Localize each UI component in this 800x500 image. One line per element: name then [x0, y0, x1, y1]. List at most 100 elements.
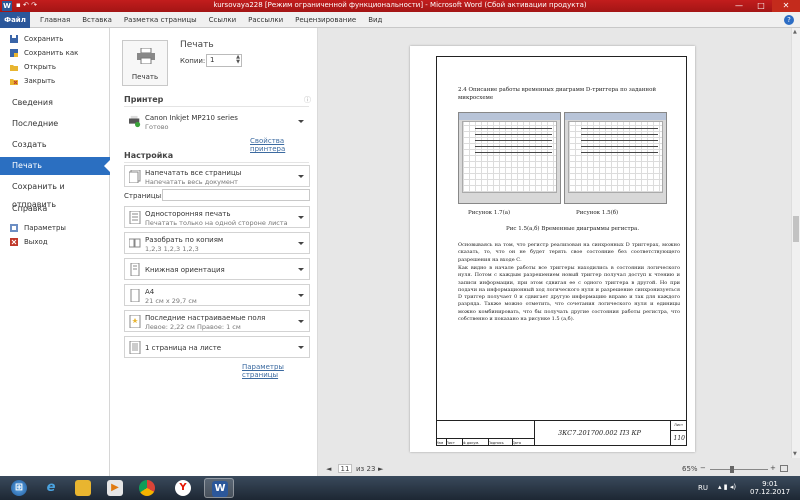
- taskbar-yandex[interactable]: Y: [168, 478, 198, 498]
- printer-select[interactable]: Canon Inkjet MP210 series Готово: [124, 110, 310, 134]
- paper-size-icon: [130, 289, 140, 302]
- chevron-down-icon: [298, 120, 304, 123]
- figure-window-bar: [565, 113, 666, 120]
- word-icon: W: [212, 481, 228, 497]
- maximize-button[interactable]: □: [750, 0, 772, 12]
- nav-save-send[interactable]: Сохранить и отправить: [0, 178, 110, 209]
- taskbar-chrome[interactable]: [132, 478, 162, 498]
- divider: [124, 162, 309, 163]
- clock[interactable]: 9:01 07.12.2017: [750, 480, 790, 496]
- ribbon-tabs: Файл Главная Вставка Разметка страницы С…: [0, 12, 800, 28]
- zoom-out-button[interactable]: −: [700, 464, 706, 472]
- tab-page-layout[interactable]: Разметка страницы: [118, 12, 203, 28]
- zoom-slider[interactable]: [710, 469, 768, 470]
- media-player-icon: ▶: [107, 480, 123, 496]
- nav-options[interactable]: Параметры: [0, 221, 110, 235]
- printer-name: Canon Inkjet MP210 series: [145, 114, 238, 122]
- sides-select[interactable]: Односторонняя печать Печатать только на …: [124, 206, 310, 228]
- tab-insert[interactable]: Вставка: [76, 12, 118, 28]
- start-button[interactable]: ⊞: [4, 478, 34, 498]
- chevron-down-icon: [298, 346, 304, 349]
- collate-label: Разобрать по копиям: [145, 236, 224, 244]
- sheet-label: Лист: [674, 423, 683, 427]
- info-icon[interactable]: ⓘ: [304, 95, 311, 105]
- page-navigator: ◄ 11 из 23 ►: [318, 464, 618, 474]
- pages-icon: [129, 170, 141, 183]
- pages-input[interactable]: [162, 189, 310, 201]
- preview-page: 2.4 Описание работы временных диаграмм D…: [410, 46, 695, 452]
- help-icon[interactable]: ?: [784, 15, 794, 25]
- minimize-button[interactable]: —: [728, 0, 750, 12]
- tab-view[interactable]: Вид: [362, 12, 388, 28]
- options-icon: [10, 224, 18, 232]
- margins-select[interactable]: Последние настраиваемые поля Левое: 2,22…: [124, 310, 310, 332]
- print-button[interactable]: Печать: [122, 40, 168, 86]
- next-page-button[interactable]: ►: [378, 465, 383, 473]
- current-page-input[interactable]: 11: [338, 464, 352, 473]
- copies-stepper[interactable]: 1 ▲ ▼: [206, 54, 242, 67]
- clock-date: 07.12.2017: [750, 488, 791, 496]
- windows-start-icon: ⊞: [11, 480, 27, 496]
- tab-file[interactable]: Файл: [0, 12, 30, 28]
- prev-page-button[interactable]: ◄: [326, 465, 331, 473]
- nav-save-as[interactable]: Сохранить как: [0, 46, 110, 60]
- close-folder-icon: [10, 79, 18, 85]
- paper-size-select[interactable]: А4 21 см x 29,7 см: [124, 284, 310, 306]
- page-setup-link[interactable]: Параметры страницы: [242, 363, 317, 379]
- spin-arrows-icon[interactable]: ▲ ▼: [236, 55, 240, 65]
- taskbar-ie[interactable]: e: [36, 478, 66, 498]
- chevron-down-icon: [298, 216, 304, 219]
- sides-desc: Печатать только на одной стороне листа: [145, 219, 288, 227]
- system-tray: RU ▴ ▮ ◂) 9:01 07.12.2017: [698, 478, 794, 498]
- nav-exit[interactable]: Выход: [0, 235, 110, 249]
- pages-per-sheet-select[interactable]: 1 страница на листе: [124, 336, 310, 358]
- nav-save[interactable]: Сохранить: [0, 32, 110, 46]
- pages-per-sheet-label: 1 страница на листе: [145, 344, 222, 352]
- scroll-thumb[interactable]: [793, 216, 799, 242]
- zoom-in-button[interactable]: +: [770, 464, 776, 472]
- printer-properties-link[interactable]: Свойства принтера: [250, 137, 317, 153]
- scroll-down-icon[interactable]: ▼: [793, 451, 797, 457]
- collate-select[interactable]: Разобрать по копиям 1,2,3 1,2,3 1,2,3: [124, 232, 310, 254]
- nav-new[interactable]: Создать: [0, 136, 110, 154]
- tab-review[interactable]: Рецензирование: [289, 12, 362, 28]
- close-button[interactable]: ✕: [772, 0, 800, 12]
- zoom-slider-thumb[interactable]: [730, 466, 734, 473]
- print-range-desc: Напечатать весь документ: [145, 178, 238, 186]
- timing-diagram-b: [568, 121, 663, 193]
- nav-open[interactable]: Открыть: [0, 60, 110, 74]
- one-sided-icon: [129, 211, 141, 224]
- tray-icons[interactable]: ▴ ▮ ◂): [718, 483, 736, 491]
- taskbar-explorer[interactable]: [68, 478, 98, 498]
- chevron-down-icon: [298, 268, 304, 271]
- tab-home[interactable]: Главная: [34, 12, 76, 28]
- print-range-select[interactable]: Напечатать все страницы Напечатать весь …: [124, 165, 310, 187]
- pages-label: Страницы:: [124, 192, 164, 200]
- tab-mailings[interactable]: Рассылки: [242, 12, 289, 28]
- nav-close[interactable]: Закрыть: [0, 74, 110, 88]
- taskbar-media-player[interactable]: ▶: [100, 478, 130, 498]
- chevron-down-icon: [298, 320, 304, 323]
- preview-scrollbar[interactable]: ▲ ▼: [791, 28, 800, 458]
- taskbar-word[interactable]: W: [204, 478, 234, 498]
- collate-desc: 1,2,3 1,2,3 1,2,3: [145, 245, 199, 253]
- chevron-down-icon: [298, 242, 304, 245]
- print-button-label: Печать: [131, 73, 159, 81]
- zoom-percent[interactable]: 65%: [682, 465, 698, 473]
- paragraph-1: Основываясь на том, что регистр реализов…: [458, 242, 680, 263]
- paragraph-2: Как видно в начале работы все триггеры н…: [458, 265, 680, 323]
- tab-references[interactable]: Ссылки: [203, 12, 243, 28]
- nav-print[interactable]: Печать: [0, 157, 111, 175]
- copies-label: Копии:: [180, 57, 206, 65]
- orientation-select[interactable]: Книжная ориентация: [124, 258, 310, 280]
- scroll-up-icon[interactable]: ▲: [793, 29, 797, 35]
- nav-recent[interactable]: Последние: [0, 115, 110, 133]
- exit-icon: [10, 238, 18, 246]
- language-indicator[interactable]: RU: [698, 484, 708, 492]
- zoom-to-page-icon[interactable]: [780, 465, 788, 472]
- title-block-columns: Изм Лист № докум. Подпись Дата: [436, 441, 522, 445]
- print-title: Печать: [180, 40, 214, 50]
- nav-info[interactable]: Сведения: [0, 94, 110, 112]
- figure-main-caption: Рис 1.5(а,б) Временные диаграммы регистр…: [506, 226, 640, 232]
- nav-help[interactable]: Справка: [0, 200, 110, 218]
